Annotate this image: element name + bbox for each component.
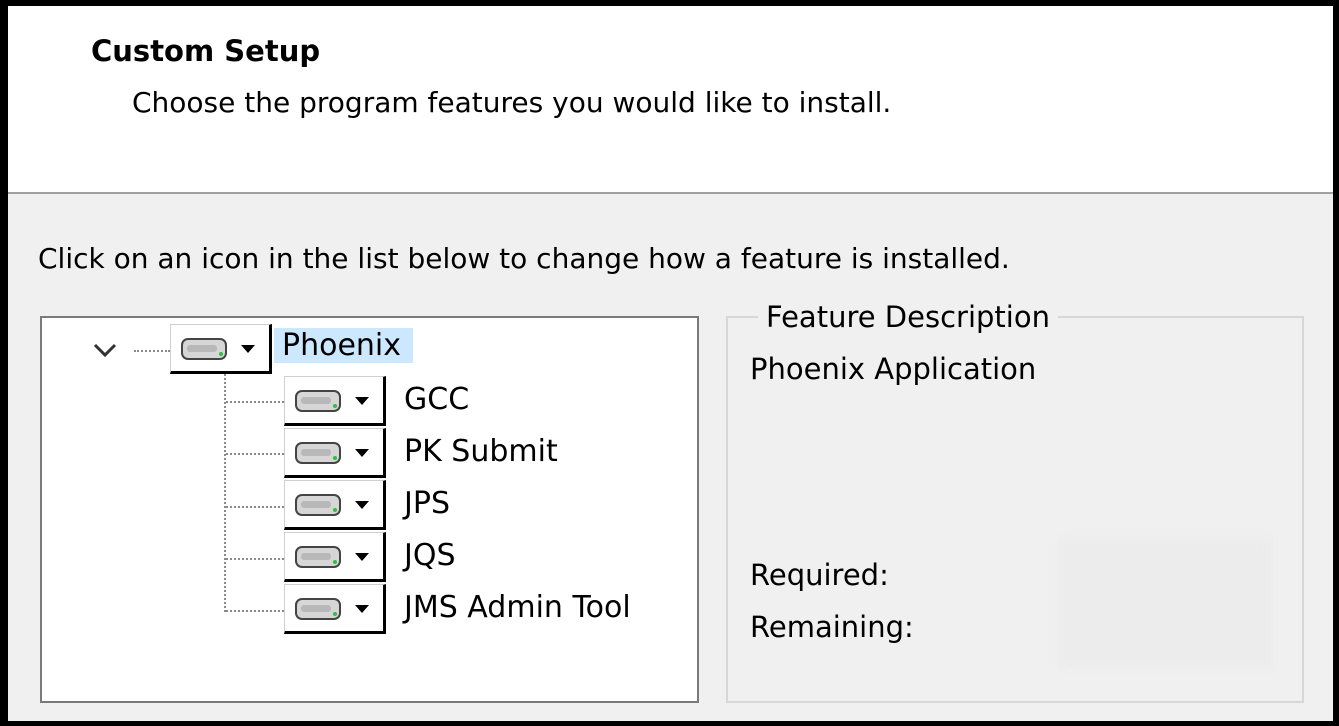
dropdown-arrow-icon xyxy=(355,553,369,561)
dropdown-arrow-icon xyxy=(355,605,369,613)
hard-drive-icon xyxy=(295,546,341,568)
instruction-text: Click on an icon in the list below to ch… xyxy=(38,242,1010,275)
dialog-header: Custom Setup Choose the program features… xyxy=(8,6,1333,194)
dropdown-arrow-icon xyxy=(355,449,369,457)
dropdown-arrow-icon xyxy=(241,345,255,353)
feature-install-button-jms-admin-tool[interactable] xyxy=(284,584,386,634)
dropdown-arrow-icon xyxy=(355,501,369,509)
feature-tree[interactable]: Phoenix GCC PK Submit JPS JQS JMS Admin … xyxy=(40,316,699,703)
hard-drive-icon xyxy=(181,338,227,360)
tree-item-jps[interactable]: JPS xyxy=(404,486,450,521)
installer-dialog: Custom Setup Choose the program features… xyxy=(8,6,1333,721)
dropdown-arrow-icon xyxy=(355,397,369,405)
tree-item-pk-submit[interactable]: PK Submit xyxy=(404,434,558,469)
hard-drive-icon xyxy=(295,494,341,516)
tree-item-phoenix[interactable]: Phoenix xyxy=(274,328,414,363)
feature-install-button-jps[interactable] xyxy=(284,480,386,530)
hard-drive-icon xyxy=(295,442,341,464)
feature-install-button-jqs[interactable] xyxy=(284,532,386,582)
page-subtitle: Choose the program features you would li… xyxy=(132,86,892,119)
tree-item-jms-admin-tool[interactable]: JMS Admin Tool xyxy=(404,590,631,625)
required-label: Required: xyxy=(750,558,889,592)
feature-install-button-phoenix[interactable] xyxy=(170,324,272,374)
feature-install-button-gcc[interactable] xyxy=(284,376,386,426)
chevron-down-icon[interactable] xyxy=(92,340,118,360)
hard-drive-icon xyxy=(295,390,341,412)
remaining-label: Remaining: xyxy=(750,610,914,644)
tree-item-jqs[interactable]: JQS xyxy=(404,538,456,573)
redacted-disk-space-values xyxy=(1058,538,1272,668)
feature-description-legend: Feature Description xyxy=(758,300,1058,334)
page-title: Custom Setup xyxy=(91,34,321,68)
feature-install-button-pk-submit[interactable] xyxy=(284,428,386,478)
feature-description-text: Phoenix Application xyxy=(750,352,1037,386)
tree-item-gcc[interactable]: GCC xyxy=(404,382,469,417)
hard-drive-icon xyxy=(295,598,341,620)
